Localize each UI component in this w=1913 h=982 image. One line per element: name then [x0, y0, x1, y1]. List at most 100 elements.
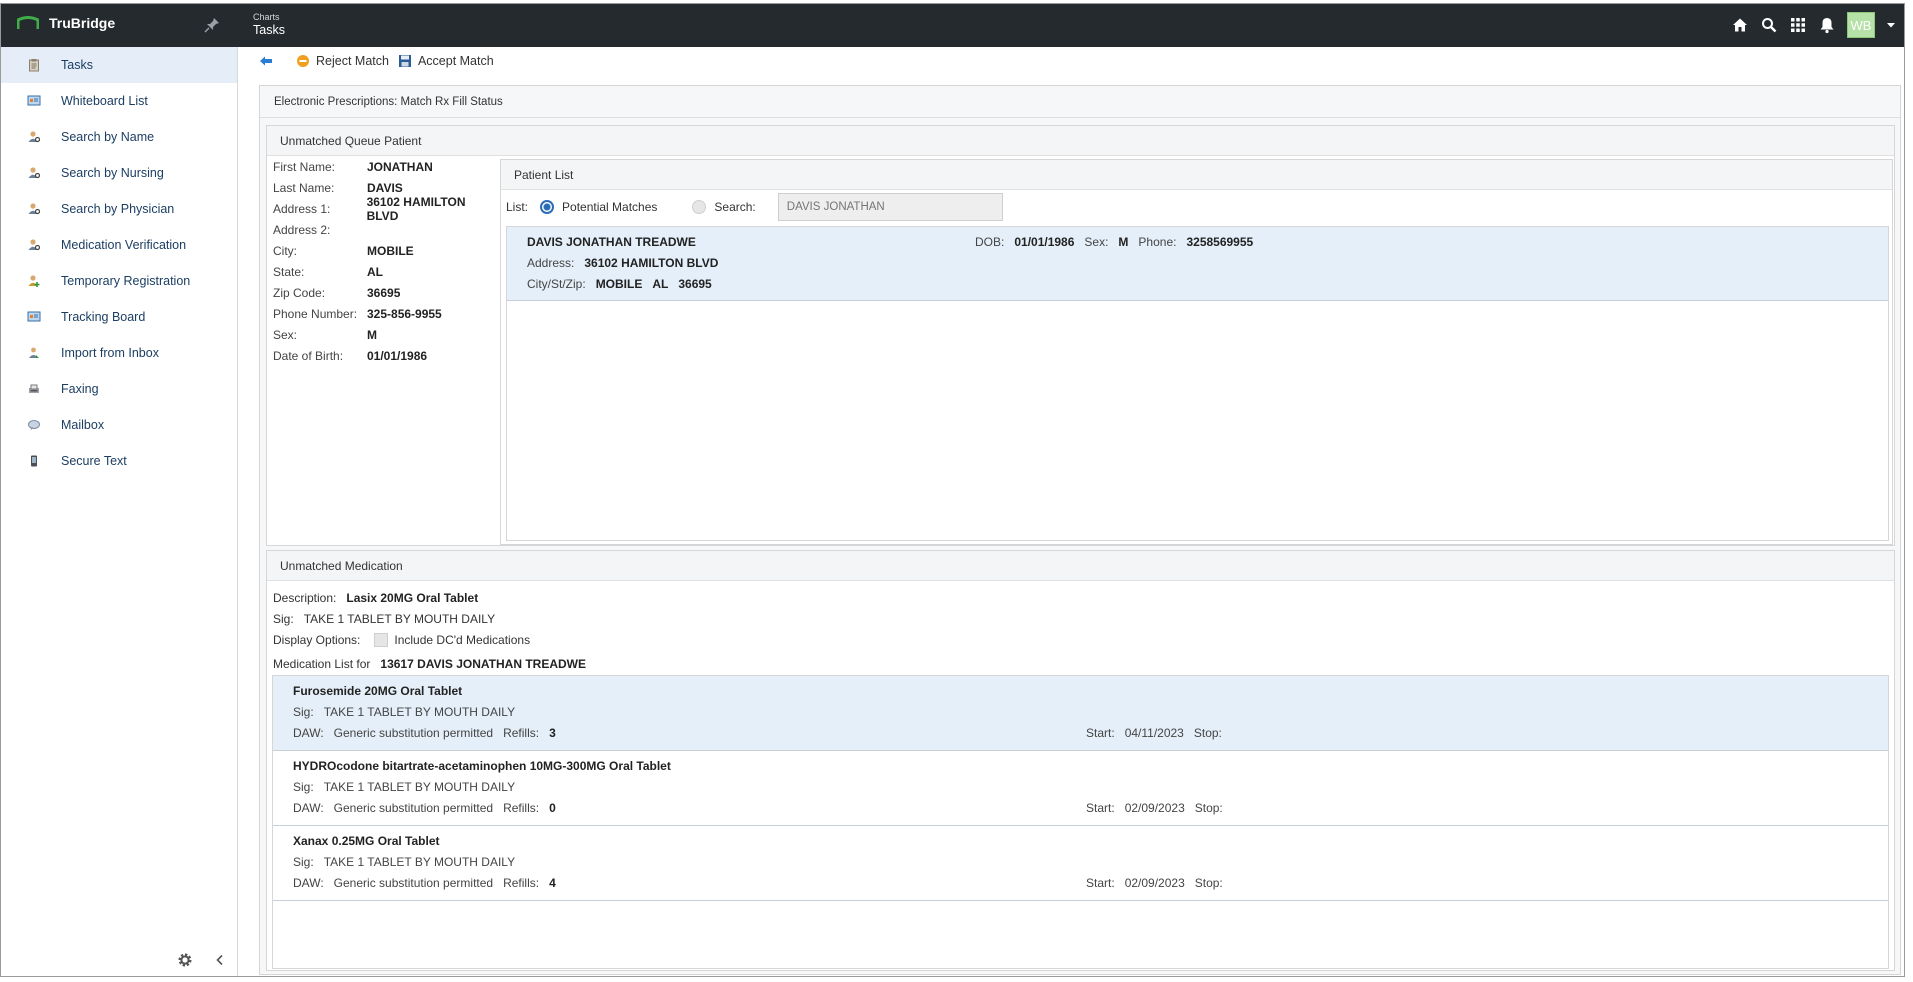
apps-grid-icon[interactable]: [1789, 16, 1807, 34]
patient-field-row: Date of Birth: 01/01/1986: [267, 345, 500, 366]
mailbox-icon: [27, 418, 41, 432]
patient-field-value: 36102 HAMILTON BLVD: [366, 194, 466, 223]
sidebar-item-faxing[interactable]: Faxing: [1, 371, 237, 407]
medication-daw: DAW: Generic substitution permitted Refill…: [293, 876, 556, 890]
medication-name: Furosemide 20MG Oral Tablet: [293, 684, 463, 698]
search-option-label[interactable]: Search:: [714, 200, 755, 214]
sidebar-item-search-by-name[interactable]: Search by Name: [1, 119, 237, 155]
medication-list-for-value: 13617 DAVIS JONATHAN TREADWE: [380, 656, 586, 671]
dob-value: 01/01/1986: [1014, 235, 1075, 249]
patient-match-row[interactable]: DAVIS JONATHAN TREADWE DOB: 01/01/1986 Sex:…: [507, 227, 1888, 301]
search-radio[interactable]: [692, 199, 707, 214]
patient-search-input[interactable]: [777, 192, 1003, 221]
daw-label: DAW:: [293, 876, 324, 890]
list-label: List:: [506, 199, 529, 214]
sidebar-item-label: Faxing: [61, 382, 99, 396]
sig-row: Sig: TAKE 1 TABLET BY MOUTH DAILY: [273, 608, 1894, 629]
stop-label: Stop:: [1194, 876, 1223, 890]
clipboard-icon: [27, 58, 41, 72]
import-icon: [27, 346, 41, 360]
patient-list-title: Patient List: [501, 160, 1892, 190]
unmatched-patient-section: Unmatched Queue Patient First Name: JONAT…: [266, 125, 1895, 546]
patient-field-label: Last Name:: [273, 180, 335, 195]
sidebar-item-medication-verification[interactable]: Medication Verification: [1, 227, 237, 263]
medication-dates: Start: 02/09/2023 Stop:: [1086, 876, 1233, 890]
app-window: TruBridge Charts Tasks WB Tasks Whiteboa…: [0, 3, 1905, 977]
bell-icon[interactable]: [1818, 16, 1836, 34]
start-value: 02/09/2023: [1124, 876, 1185, 890]
medication-row[interactable]: Furosemide 20MG Oral Tablet Sig: TAKE 1 TA…: [273, 676, 1888, 751]
sig-label: Sig:: [293, 705, 314, 719]
patient-field-value: MOBILE: [367, 243, 414, 258]
daw-value: Generic substitution permitted: [333, 726, 494, 740]
patient-fields: First Name: JONATHAN Last Name: DAVIS Addres…: [267, 156, 500, 366]
sidebar-item-search-by-nursing[interactable]: Search by Nursing: [1, 155, 237, 191]
daw-value: Generic substitution permitted: [333, 801, 494, 815]
patient-field-row: Phone Number: 325-856-9955: [267, 303, 500, 324]
unmatched-medication-title: Unmatched Medication: [267, 551, 1894, 581]
chevron-down-icon[interactable]: [1886, 20, 1896, 30]
stop-label: Stop:: [1194, 801, 1223, 815]
main-content: Reject Match Accept Match Electronic Pre…: [239, 47, 1904, 976]
match-rx-panel: Electronic Prescriptions: Match Rx Fill …: [259, 85, 1901, 975]
potential-matches-label[interactable]: Potential Matches: [562, 200, 657, 214]
whiteboard-icon: [27, 310, 41, 324]
sex-value: M: [1118, 235, 1129, 249]
address-value: 36102 HAMILTON BLVD: [584, 256, 719, 270]
patient-field-value: 325-856-9955: [367, 306, 442, 321]
top-actions: WB: [1731, 12, 1896, 38]
person-search-icon: [27, 130, 41, 144]
start-label: Start:: [1086, 876, 1115, 890]
pin-icon[interactable]: [203, 16, 221, 34]
start-value: 02/09/2023: [1124, 801, 1185, 815]
accept-match-button[interactable]: Accept Match: [398, 54, 494, 68]
unmatched-medication-section: Unmatched Medication Description: Lasix …: [266, 550, 1895, 971]
patient-field-label: First Name:: [273, 159, 336, 174]
medication-name: Xanax 0.25MG Oral Tablet: [293, 834, 440, 848]
sidebar-item-search-by-physician[interactable]: Search by Physician: [1, 191, 237, 227]
toolbar: Reject Match Accept Match: [239, 47, 1904, 75]
user-avatar[interactable]: WB: [1847, 12, 1875, 38]
potential-matches-list: DAVIS JONATHAN TREADWE DOB: 01/01/1986 Sex:…: [506, 226, 1889, 541]
sidebar-item-secure-text[interactable]: Secure Text: [1, 443, 237, 479]
include-dc-label[interactable]: Include DC'd Medications: [394, 633, 530, 647]
sidebar-item-tracking-board[interactable]: Tracking Board: [1, 299, 237, 335]
search-icon[interactable]: [1760, 16, 1778, 34]
patient-field-value: M: [367, 327, 377, 342]
patient-field-row: State: AL: [267, 261, 500, 282]
sig-value: TAKE 1 TABLET BY MOUTH DAILY: [303, 611, 496, 626]
sidebar-item-tasks[interactable]: Tasks: [1, 47, 237, 83]
display-options-row: Display Options: Include DC'd Medication…: [273, 629, 1894, 650]
brand[interactable]: TruBridge: [17, 15, 115, 31]
person-search-icon: [27, 202, 41, 216]
sig-value: TAKE 1 TABLET BY MOUTH DAILY: [323, 855, 516, 869]
potential-matches-radio[interactable]: [540, 199, 555, 214]
patient-field-label: Sex:: [273, 327, 298, 342]
breadcrumb-parent[interactable]: Charts: [253, 13, 285, 22]
medication-row[interactable]: HYDROcodone bitartrate-acetaminophen 10M…: [273, 751, 1888, 826]
back-arrow-icon[interactable]: [259, 54, 273, 68]
patient-field-row: Sex: M: [267, 324, 500, 345]
sidebar-item-temporary-registration[interactable]: Temporary Registration: [1, 263, 237, 299]
reject-match-button[interactable]: Reject Match: [296, 54, 389, 68]
sidebar-item-import-from-inbox[interactable]: Import from Inbox: [1, 335, 237, 371]
phone-label: Phone:: [1138, 235, 1177, 249]
phone-value: 3258569955: [1186, 235, 1254, 249]
sidebar-item-label: Temporary Registration: [61, 274, 191, 288]
home-icon[interactable]: [1731, 16, 1749, 34]
collapse-sidebar-icon[interactable]: [214, 954, 226, 966]
sidebar-item-mailbox[interactable]: Mailbox: [1, 407, 237, 443]
save-icon: [398, 55, 411, 67]
refills-label: Refills:: [503, 726, 540, 740]
patient-list-body: List: Potential Matches Search: DAVIS JO…: [501, 190, 1892, 544]
brand-name: TruBridge: [49, 15, 116, 31]
medication-row[interactable]: Xanax 0.25MG Oral Tablet Sig: TAKE 1 TABLE…: [273, 826, 1888, 901]
gear-icon[interactable]: [177, 952, 193, 968]
include-dc-checkbox[interactable]: [374, 632, 389, 647]
sidebar-item-whiteboard-list[interactable]: Whiteboard List: [1, 83, 237, 119]
patient-field-value: 01/01/1986: [367, 348, 428, 363]
patient-field-value: AL: [367, 264, 383, 279]
person-search-icon: [27, 238, 41, 252]
sig-value: TAKE 1 TABLET BY MOUTH DAILY: [323, 705, 516, 719]
medication-list-for-label: Medication List for: [273, 656, 371, 671]
